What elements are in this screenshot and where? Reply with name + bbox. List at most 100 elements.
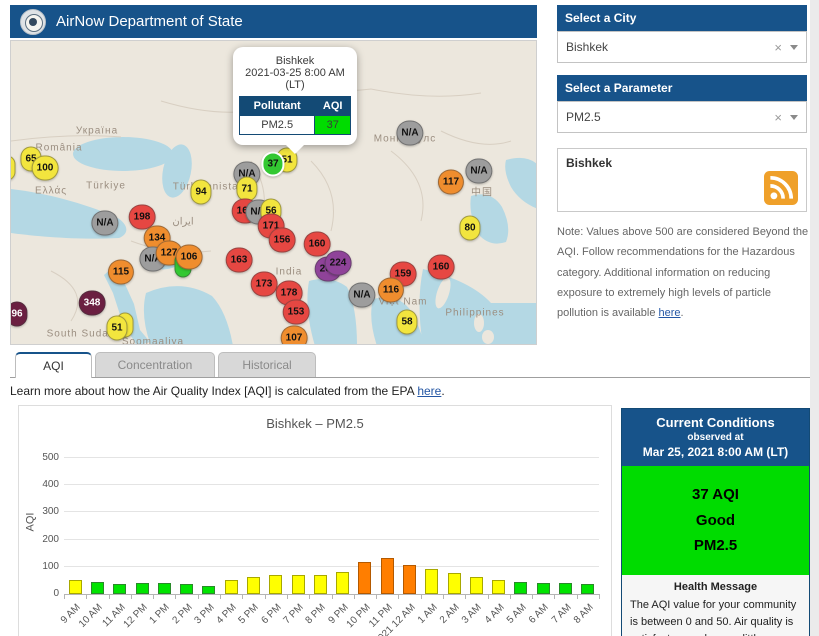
aqi-marker[interactable]: 160	[428, 255, 455, 280]
observed-datetime: Mar 25, 2021 8:00 AM (LT)	[626, 445, 805, 459]
select-parameter-panel: Select a Parameter PM2.5 ×	[557, 75, 807, 133]
aqi-value-block: 37 AQI Good PM2.5	[622, 466, 809, 575]
chart-axis-tick	[198, 594, 199, 599]
chart-axis-tick	[510, 594, 511, 599]
aqi-marker[interactable]: 117	[438, 170, 464, 195]
current-conditions-header: Current Conditions observed at Mar 25, 2…	[622, 409, 809, 466]
epa-here-link[interactable]: here	[417, 384, 441, 398]
chart-bar	[514, 582, 527, 594]
chart-gridline	[64, 566, 599, 567]
chart-axis-tick	[532, 594, 533, 599]
epa-text-end: .	[441, 384, 444, 398]
chart-gridline	[64, 539, 599, 540]
chart-bar	[91, 582, 104, 594]
map-country-label: India	[276, 267, 303, 278]
tab-aqi[interactable]: AQI	[15, 352, 92, 378]
chart-bar	[180, 584, 193, 594]
app-header: AirNow Department of State	[10, 5, 537, 38]
view-tabs: AQI Concentration Historical	[10, 352, 810, 378]
city-chevron-down-icon[interactable]	[790, 45, 798, 50]
parameter-select[interactable]: PM2.5 ×	[557, 101, 807, 133]
aqi-marker[interactable]: 224	[325, 251, 352, 276]
chart-bar	[492, 580, 505, 594]
chart-bar	[470, 577, 483, 594]
epa-info-line: Learn more about how the Air Quality Ind…	[10, 384, 445, 398]
aqi-marker[interactable]: 116	[378, 278, 404, 303]
popup-aqi-header: AQI	[315, 97, 351, 116]
note-text: Note: Values above 500 are considered Be…	[557, 226, 808, 319]
popup-pollutant-value: PM2.5	[240, 116, 315, 135]
chart-bar	[113, 584, 126, 594]
map-popup: Bishkek 2021-03-25 8:00 AM (LT) Pollutan…	[233, 47, 357, 145]
rss-icon[interactable]	[764, 171, 798, 205]
aqi-marker[interactable]: 37	[261, 152, 284, 177]
chart-bar	[69, 580, 82, 594]
aqi-marker[interactable]: 115	[108, 260, 134, 285]
chart-gridline	[64, 484, 599, 485]
aqi-marker[interactable]: 156	[269, 228, 296, 253]
aqi-marker[interactable]: N/A	[348, 283, 375, 308]
aqi-marker[interactable]: N/A	[91, 211, 118, 236]
observed-at-label: observed at	[626, 432, 805, 443]
aqi-marker[interactable]: 51	[106, 316, 127, 341]
chart-plot-area	[64, 458, 599, 595]
chart-axis-tick	[242, 594, 243, 599]
city-feed-box: Bishkek	[557, 148, 807, 212]
beyond-aqi-note: Note: Values above 500 are considered Be…	[557, 222, 809, 324]
map-country-label: Philippines	[445, 308, 504, 319]
aqi-marker[interactable]: 106	[176, 245, 203, 270]
parameter-clear-icon[interactable]: ×	[774, 110, 782, 125]
chart-bar	[225, 580, 238, 594]
chart-y-tick-label: 0	[25, 588, 59, 599]
chart-axis-tick	[465, 594, 466, 599]
aqi-marker[interactable]: 160	[304, 232, 331, 257]
chart-axis-tick	[376, 594, 377, 599]
health-message-text: The AQI value for your community is betw…	[630, 597, 801, 636]
aqi-marker[interactable]: N/A	[465, 159, 492, 184]
chart-axis-tick	[220, 594, 221, 599]
city-clear-icon[interactable]: ×	[774, 40, 782, 55]
chart-axis-tick	[309, 594, 310, 599]
aqi-marker[interactable]: 100	[32, 156, 59, 181]
chart-axis-tick	[86, 594, 87, 599]
chart-axis-tick	[109, 594, 110, 599]
current-conditions-panel: Current Conditions observed at Mar 25, 2…	[621, 408, 810, 636]
chart-axis-tick	[153, 594, 154, 599]
aqi-marker[interactable]: 96	[10, 302, 28, 327]
popup-arrow	[286, 145, 304, 154]
aqi-marker[interactable]: N/A	[396, 121, 423, 146]
aqi-marker[interactable]: 107	[281, 326, 308, 346]
chart-bar	[136, 583, 149, 594]
health-message-block: Health Message The AQI value for your co…	[622, 575, 809, 636]
city-select[interactable]: Bishkek ×	[557, 31, 807, 63]
aqi-marker[interactable]: 58	[396, 310, 417, 335]
aqi-marker[interactable]: 163	[226, 248, 253, 273]
chart-axis-tick	[443, 594, 444, 599]
aqi-marker[interactable]: 94	[190, 180, 211, 205]
aqi-world-map[interactable]: УкраїнаRomâniaΕλλάςTürkiyeTürkmenistanاي…	[10, 40, 537, 345]
map-country-label: ايران	[172, 217, 193, 228]
parameter-chevron-down-icon[interactable]	[790, 115, 798, 120]
chart-bar	[269, 575, 282, 594]
map-country-label: 中国	[471, 184, 493, 199]
popup-aqi-value: 37	[315, 116, 351, 135]
map-country-label: România	[35, 143, 82, 154]
aqi-marker[interactable]: 153	[283, 300, 310, 325]
chart-bar	[158, 583, 171, 594]
app-title: AirNow Department of State	[56, 13, 243, 30]
chart-gridline	[64, 511, 599, 512]
aqi-marker[interactable]: 173	[251, 272, 278, 297]
chart-y-tick-label: 200	[25, 534, 59, 545]
tab-concentration[interactable]: Concentration	[95, 352, 215, 377]
tab-historical[interactable]: Historical	[218, 352, 316, 377]
chart-bar	[581, 584, 594, 594]
chart-axis-tick	[175, 594, 176, 599]
chart-axis-tick	[488, 594, 489, 599]
aqi-marker[interactable]: 348	[79, 291, 106, 316]
chart-bar	[425, 569, 438, 594]
aqi-marker[interactable]: 80	[459, 216, 480, 241]
note-here-link[interactable]: here	[659, 307, 681, 319]
chart-axis-tick	[421, 594, 422, 599]
chart-axis-tick	[554, 594, 555, 599]
chart-axis-tick	[287, 594, 288, 599]
